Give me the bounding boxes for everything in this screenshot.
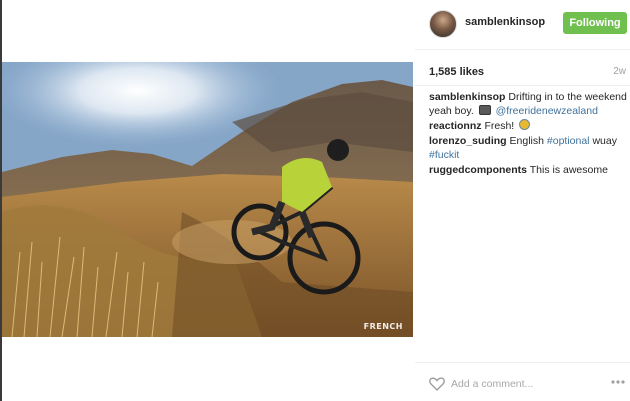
comment-username[interactable]: ruggedcomponents [429,164,527,176]
comments-list: samblenkinsop Drifting in to the weekend… [429,90,627,178]
comment-username[interactable]: lorenzo_suding [429,135,507,147]
post-header: samblenkinsop Following [415,0,630,50]
comment-hashtag-link[interactable]: #optional [547,135,590,147]
photo-pane: FRENCH [2,0,415,401]
photo-illustration [2,62,413,337]
camera-emoji-icon [478,105,491,115]
ellipsis-icon[interactable] [610,377,626,387]
comment-username[interactable]: samblenkinsop [429,91,505,103]
heart-outline-icon[interactable] [429,377,445,391]
add-comment-input[interactable] [451,376,597,392]
following-button[interactable]: Following [563,12,627,34]
comment-text: wuay [592,135,617,147]
photo-watermark: FRENCH [363,322,403,331]
add-comment-bar [415,362,630,401]
comment-item: reactionnz Fresh! [429,119,627,133]
comment-text: English [509,135,544,147]
avatar[interactable] [429,10,457,38]
comment-item: ruggedcomponents This is awesome [429,163,627,177]
post-age[interactable]: 2w [613,66,626,77]
comment-item: lorenzo_suding English #optional wuay #f… [429,134,627,162]
post-photo[interactable]: FRENCH [2,62,413,337]
comment-item: samblenkinsop Drifting in to the weekend… [429,90,627,118]
face-emoji-icon [519,119,531,130]
comment-mention-link[interactable]: @freeridenewzealand [496,105,598,117]
post-meta: 1,585 likes 2w [415,52,630,86]
post-username[interactable]: samblenkinsop [465,16,545,28]
comment-hashtag-link[interactable]: #fuckit [429,149,459,161]
comment-username[interactable]: reactionnz [429,120,482,132]
comment-text: Fresh! [484,120,515,132]
comment-text: This is awesome [529,164,608,176]
post-sidebar: samblenkinsop Following 1,585 likes 2w s… [415,0,630,401]
likes-count[interactable]: 1,585 likes [429,66,484,78]
